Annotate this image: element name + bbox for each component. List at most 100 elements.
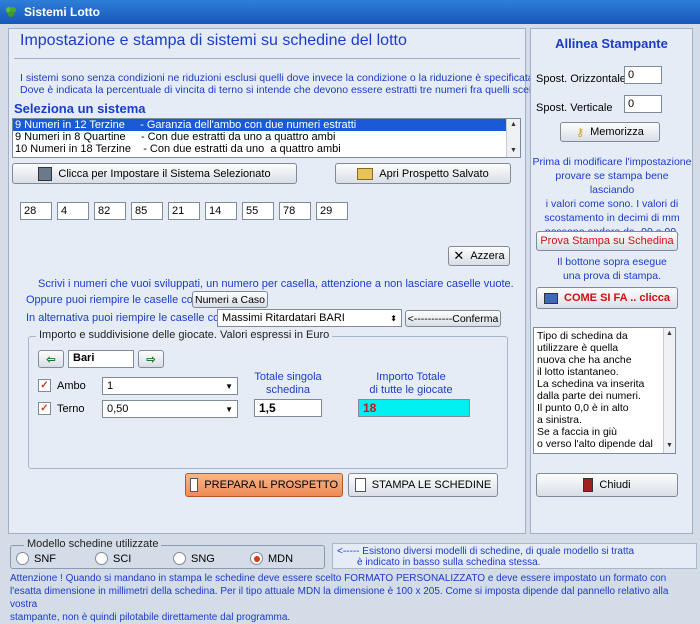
instruction-line-3: In alternativa puoi riempire le caselle … — [26, 312, 231, 324]
close-button[interactable]: Chiudi — [536, 473, 678, 497]
grand-total-label-1: Importo Totale — [376, 371, 446, 383]
radio-mdn[interactable] — [250, 552, 263, 565]
instruction-line-2: Oppure puoi riempire le caselle con — [26, 294, 200, 306]
open-saved-label: Apri Prospetto Salvato — [379, 167, 489, 180]
list-scrollbar[interactable]: ▲ ▼ — [506, 119, 520, 157]
wheel-name: Bari — [73, 352, 95, 364]
single-total-label-1: Totale singola — [254, 371, 322, 383]
footer-line-2: l'esatta dimensione in millimetri della … — [10, 586, 669, 610]
number-field[interactable] — [57, 202, 89, 220]
h-offset-field[interactable] — [624, 66, 662, 84]
number-field[interactable] — [20, 202, 52, 220]
list-item[interactable]: 9 Numeri in 12 Terzine - Garanzia dell'a… — [13, 119, 520, 131]
prepare-button[interactable]: PREPARA IL PROSPETTO — [185, 473, 343, 497]
number-field[interactable] — [205, 202, 237, 220]
calculator-icon — [38, 166, 53, 181]
info-line-1: I sistemi sono senza condizioni ne riduz… — [20, 72, 537, 84]
info-line-2: Dove è indicata la percentuale di vincit… — [20, 84, 537, 96]
v-offset-label: Spost. Verticale — [536, 102, 613, 114]
help-line: La schedina va inserita — [537, 378, 645, 390]
radio-snf[interactable] — [16, 552, 29, 565]
test-info: Il bottone sopra esegue una prova di sta… — [532, 255, 692, 283]
scroll-up-icon[interactable]: ▲ — [664, 328, 675, 340]
title-divider — [14, 58, 520, 59]
printer-info-line: scostamento in decimi di mm — [544, 212, 680, 224]
radio-sng[interactable] — [173, 552, 186, 565]
folder-icon — [357, 167, 374, 180]
random-numbers-button[interactable]: Numeri a Caso — [192, 291, 268, 308]
number-field[interactable] — [168, 202, 200, 220]
test-print-label: Prova Stampa su Schedina — [540, 235, 674, 247]
grand-total-label: Importo Totale di tutte le giocate — [350, 371, 472, 397]
help-line: il lotto istantaneo. — [537, 366, 619, 378]
document-icon — [354, 478, 366, 492]
ambo-select[interactable]: 1 ▼ — [102, 377, 238, 395]
prev-wheel-button[interactable]: ⇦ — [38, 350, 64, 368]
footer-line-1: Attenzione ! Quando si mandano in stampa… — [10, 573, 667, 584]
help-textbox[interactable]: Tipo di schedina da utilizzare è quella … — [533, 327, 676, 454]
number-field[interactable] — [131, 202, 163, 220]
scroll-down-icon[interactable]: ▼ — [664, 440, 675, 452]
terno-checkbox[interactable]: ✓ — [38, 402, 51, 415]
confirm-label: <-----------Conferma — [407, 312, 499, 325]
models-note-line-2: è indicato in basso sulla schedina stess… — [357, 557, 541, 568]
radio-sci[interactable] — [95, 552, 108, 565]
test-info-line-2: una prova di stampa. — [562, 270, 662, 282]
number-field[interactable] — [316, 202, 348, 220]
help-line: Se a faccia in giù — [537, 426, 617, 438]
radio-snf-label: SNF — [34, 553, 56, 565]
clover-app-icon — [6, 7, 16, 17]
help-line: o verso l'alto dipende dal — [537, 438, 653, 450]
help-line: a sinistra. — [537, 414, 582, 426]
close-label: Chiudi — [599, 479, 631, 491]
save-offset-button[interactable]: ⚷ Memorizza — [560, 122, 660, 142]
grand-total-label-2: di tutte le giocate — [369, 384, 453, 396]
printer-info-line: Prima di modificare l'impostazione — [532, 156, 692, 168]
number-field[interactable] — [94, 202, 126, 220]
single-total-label: Totale singola schedina — [252, 371, 324, 397]
list-item[interactable]: 10 Numeri in 18 Terzine - Con due estrat… — [13, 143, 520, 155]
confirm-button[interactable]: <-----------Conferma — [405, 310, 501, 327]
footer-note: Attenzione ! Quando si mandano in stampa… — [10, 572, 698, 624]
single-total-label-2: schedina — [265, 384, 311, 396]
printer-info: Prima di modificare l'impostazione prova… — [532, 155, 692, 239]
number-field[interactable] — [242, 202, 274, 220]
list-item[interactable]: 9 Numeri in 8 Quartine - Con due estratt… — [13, 131, 520, 143]
open-saved-button[interactable]: Apri Prospetto Salvato — [335, 163, 511, 184]
ritardatari-value: Massimi Ritardatari BARI — [222, 312, 345, 324]
models-legend: Modello schedine utilizzate — [24, 538, 162, 550]
terno-select[interactable]: 0,50 ▼ — [102, 400, 238, 418]
scroll-up-icon[interactable]: ▲ — [507, 119, 520, 131]
h-offset-label: Spost. Orizzontale — [536, 73, 626, 85]
models-note-line-1: <----- Esistono diversi modelli di sched… — [337, 546, 635, 557]
window-titlebar: Sistemi Lotto — [0, 0, 700, 24]
chevron-down-icon: ▼ — [225, 381, 233, 391]
howto-button[interactable]: COME SI FA .. clicca — [536, 287, 678, 309]
next-wheel-button[interactable]: ⇨ — [138, 350, 164, 368]
radio-selected-dot — [253, 555, 260, 562]
print-label: STAMPA LE SCHEDINE — [371, 479, 492, 491]
print-button[interactable]: STAMPA LE SCHEDINE — [348, 473, 498, 497]
ambo-checkbox[interactable]: ✓ — [38, 379, 51, 392]
v-offset-field[interactable] — [624, 95, 662, 113]
help-line: dalla parte dei numeri. — [537, 390, 641, 402]
help-scrollbar[interactable]: ▲ ▼ — [663, 328, 675, 453]
ritardatari-select[interactable]: Massimi Ritardatari BARI ⬍ — [217, 309, 402, 327]
set-system-button[interactable]: Clicca per Impostare il Sistema Selezion… — [12, 163, 297, 184]
help-line: Tipo di schedina da — [537, 330, 628, 342]
checkmark-icon: ✓ — [40, 403, 49, 414]
help-line: nuova che ha anche — [537, 354, 632, 366]
amounts-legend: Importo e suddivisione delle giocate. Va… — [36, 329, 333, 341]
terno-label: Terno — [57, 403, 85, 415]
arrow-right-icon: ⇨ — [146, 353, 156, 366]
number-field[interactable] — [279, 202, 311, 220]
test-print-button[interactable]: Prova Stampa su Schedina — [536, 231, 678, 251]
scroll-down-icon[interactable]: ▼ — [507, 145, 520, 157]
systems-listbox[interactable]: 9 Numeri in 12 Terzine - Garanzia dell'a… — [12, 118, 521, 158]
document-icon — [190, 478, 199, 492]
key-icon: ⚷ — [576, 126, 585, 139]
chevron-down-icon: ▼ — [225, 404, 233, 414]
clear-button[interactable]: ✕ Azzera — [448, 246, 510, 266]
ambo-value: 1 — [107, 380, 114, 392]
prepare-label: PREPARA IL PROSPETTO — [204, 479, 338, 491]
